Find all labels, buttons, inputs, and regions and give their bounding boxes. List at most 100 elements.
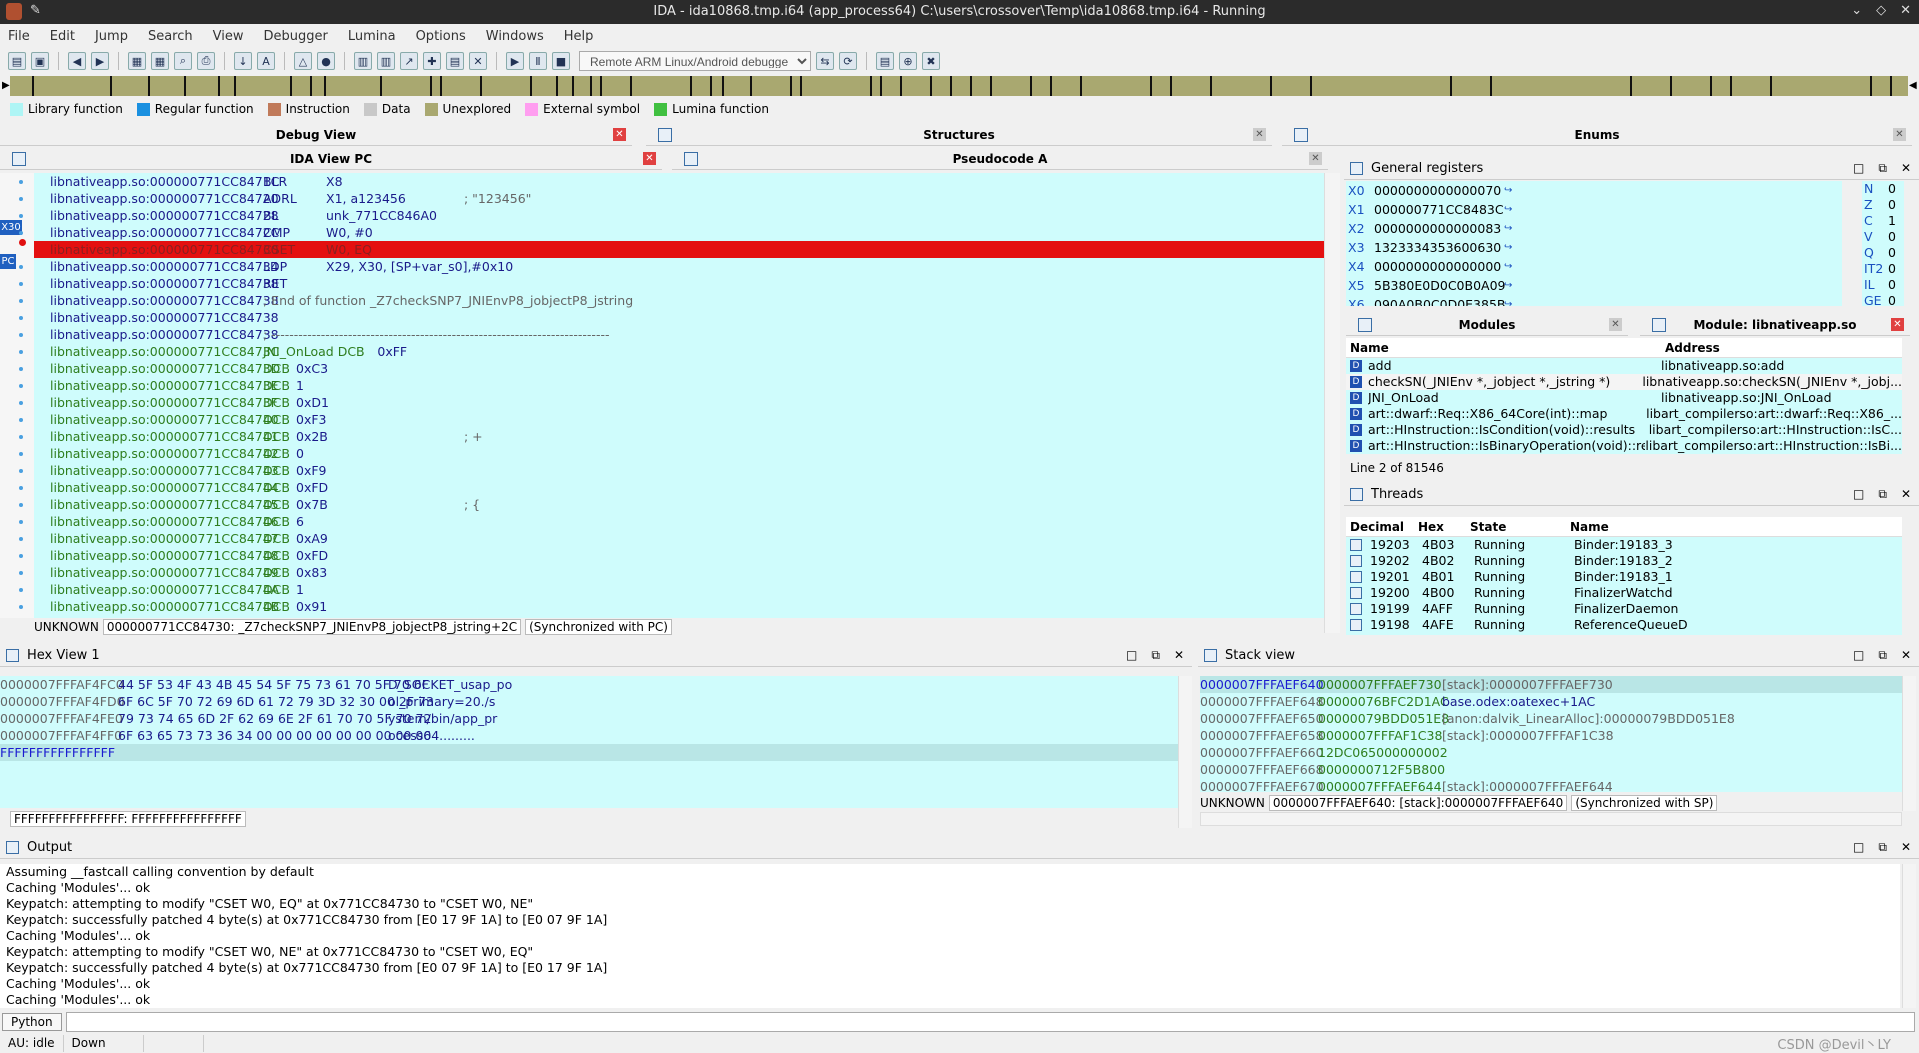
stack-row[interactable]: 0000007FFFAEF640 0000007FFFAEF730 [stack]:… <box>1200 676 1902 693</box>
close-icon[interactable]: ✕ <box>1901 648 1911 663</box>
register-row[interactable]: X3 1323334353600630 ↪ <box>1346 238 1842 257</box>
breakpoint-icon[interactable] <box>19 239 26 246</box>
stack-row[interactable]: 0000007FFFAEF660 12DC065000000002 <box>1200 744 1902 761</box>
menu-view[interactable]: View <box>213 29 244 44</box>
asm-line[interactable]: libnativeapp.so:000000771CC84738; ------… <box>34 326 1324 343</box>
search-icon[interactable]: ⌕ <box>174 52 192 70</box>
asm-line[interactable]: libnativeapp.so:000000771CC84747 DCB 0xA9 <box>34 530 1324 547</box>
graph-icon[interactable]: △ <box>294 52 312 70</box>
flag-row[interactable]: C1 <box>1862 213 1904 229</box>
asm-line[interactable]: libnativeapp.so:000000771CC8473F DCB 0xD1 <box>34 394 1324 411</box>
asm-line[interactable]: libnativeapp.so:000000771CC84720 ADRL X1, … <box>34 190 1324 207</box>
flag-row[interactable]: Q0 <box>1862 245 1904 261</box>
float-icon[interactable]: ⧉ <box>1878 487 1887 502</box>
back-icon[interactable]: ◀ <box>68 52 86 70</box>
asm-line[interactable]: libnativeapp.so:000000771CC84738 RET <box>34 275 1324 292</box>
flag-row[interactable]: Z0 <box>1862 197 1904 213</box>
asm-line[interactable]: libnativeapp.so:000000771CC8473C JNI_OnLo… <box>34 343 1324 360</box>
module-row[interactable]: Dadd libnativeapp.so:add <box>1346 358 1902 374</box>
asm-line[interactable]: libnativeapp.so:000000771CC84745 DCB 0x7B;… <box>34 496 1324 513</box>
float-icon[interactable]: ⧉ <box>1151 648 1160 663</box>
jump-arrow-icon[interactable]: ↪ <box>1504 295 1512 306</box>
module-row[interactable]: Dart::HInstruction::IsCondition(void)::r… <box>1346 422 1902 438</box>
close-icon[interactable]: ✕ <box>1901 840 1911 855</box>
maximize-icon[interactable]: □ <box>1853 840 1864 855</box>
asm-line[interactable]: libnativeapp.so:000000771CC8473D DCB 0xC3 <box>34 360 1324 377</box>
jump-arrow-icon[interactable]: ↪ <box>1504 200 1512 219</box>
register-row[interactable]: X6 090A0B0C0D0E385B ↪ <box>1346 295 1842 306</box>
menu-help[interactable]: Help <box>564 29 594 44</box>
thread-row[interactable]: 19200 4B00 Running FinalizerWatchd <box>1346 585 1902 601</box>
close-icon[interactable]: ✕ <box>613 128 626 141</box>
struct2-icon[interactable]: ▥ <box>377 52 395 70</box>
hex-scrollbar[interactable] <box>1178 676 1192 828</box>
menu-edit[interactable]: Edit <box>50 29 75 44</box>
module-row[interactable]: DcheckSN(_JNIEnv *,_jobject *,_jstring *… <box>1346 374 1902 390</box>
jump-arrow-icon[interactable]: ↪ <box>1504 219 1512 238</box>
pause-icon[interactable]: Ⅱ <box>529 52 547 70</box>
asm-line[interactable]: libnativeapp.so:000000771CC84738; End of… <box>34 292 1324 309</box>
tab-pseudocode[interactable]: Pseudocode A ✕ <box>672 148 1328 170</box>
flag-row[interactable]: IL 0 <box>1862 277 1904 293</box>
stack-row[interactable]: 0000007FFFAEF658 0000007FFFAF1C38 [stack]:… <box>1200 727 1902 744</box>
float-icon[interactable]: ⧉ <box>1878 840 1887 855</box>
close-icon[interactable]: ✕ <box>1893 128 1906 141</box>
jump-arrow-icon[interactable]: ↪ <box>1504 257 1512 276</box>
nav-right-arrow[interactable]: ◀ <box>1909 80 1917 91</box>
asm-line[interactable]: libnativeapp.so:000000771CC84748 DCB 0xFD <box>34 547 1324 564</box>
hex-row[interactable]: FFFFFFFFFFFFFFFF <box>0 744 1178 761</box>
flag-row[interactable]: GE 0 <box>1862 293 1904 309</box>
jump-arrow-icon[interactable]: ↪ <box>1504 238 1512 257</box>
menu-file[interactable]: File <box>8 29 30 44</box>
hex-icon[interactable]: ▦ <box>151 52 169 70</box>
thread-row[interactable]: 19201 4B01 Running Binder:19183_1 <box>1346 569 1902 585</box>
green-dot-icon[interactable]: ● <box>317 52 335 70</box>
trace-icon[interactable]: ▤ <box>876 52 894 70</box>
asm-line[interactable]: libnativeapp.so:000000771CC8473E DCB 1 <box>34 377 1324 394</box>
stack-row[interactable]: 0000007FFFAEF670 0000007FFFAEF644 [stack]:… <box>1200 778 1902 792</box>
asm-line[interactable]: libnativeapp.so:000000771CC84740 DCB 0xF3 <box>34 411 1324 428</box>
attach-icon[interactable]: ⇆ <box>816 52 834 70</box>
thread-row[interactable]: 19203 4B03 Running Binder:19183_3 <box>1346 537 1902 553</box>
step-icon[interactable]: ↗ <box>400 52 418 70</box>
print-icon[interactable]: ⎙ <box>197 52 215 70</box>
tab-module-libnativeapp[interactable]: Module: libnativeapp.so ✕ <box>1640 314 1910 336</box>
maximize-icon[interactable]: □ <box>1853 487 1864 502</box>
asm-line[interactable]: libnativeapp.so:000000771CC8474B DCB 0x91 <box>34 598 1324 615</box>
close-icon[interactable]: ✕ <box>1253 128 1266 141</box>
module-row[interactable]: Dart::HInstruction::IsBinaryOperation(vo… <box>1346 438 1902 454</box>
flag-row[interactable]: N0 <box>1862 181 1904 197</box>
asm-line[interactable]: libnativeapp.so:000000771CC84749 DCB 0x83 <box>34 564 1324 581</box>
play-icon[interactable]: ▶ <box>506 52 524 70</box>
register-row[interactable]: X2 0000000000000083 ↪ <box>1346 219 1842 238</box>
maximize-icon[interactable]: □ <box>1126 648 1137 663</box>
maximize-icon[interactable]: □ <box>1853 648 1864 663</box>
stack-row[interactable]: 0000007FFFAEF668 0000000712F5B800 <box>1200 761 1902 778</box>
patch-icon[interactable]: ▤ <box>446 52 464 70</box>
hex-row[interactable]: 0000007FFFAF4FF0 6F 63 65 73 73 36 34 00 … <box>0 727 1178 744</box>
flag-row[interactable]: IT2 0 <box>1862 261 1904 277</box>
binary-icon[interactable]: ▦ <box>128 52 146 70</box>
register-row[interactable]: X0 0000000000000070 ↪ <box>1346 181 1842 200</box>
tab-structures[interactable]: Structures ✕ <box>646 124 1272 146</box>
text-icon[interactable]: A <box>257 52 275 70</box>
navigation-band[interactable] <box>10 76 1908 96</box>
tab-debug-view[interactable]: Debug View ✕ <box>0 124 632 146</box>
clear-breakpoints-icon[interactable]: ✖ <box>922 52 940 70</box>
register-row[interactable]: X4 0000000000000000 ↪ <box>1346 257 1842 276</box>
close-icon[interactable]: ✕ <box>1901 161 1911 176</box>
tab-ida-view[interactable]: IDA View PC ✕ <box>0 148 662 170</box>
open-icon[interactable]: ▤ <box>8 52 26 70</box>
struct-icon[interactable]: ▥ <box>354 52 372 70</box>
minimize-icon[interactable]: ⌄ <box>1851 3 1862 18</box>
close-icon[interactable]: ✕ <box>1901 487 1911 502</box>
float-icon[interactable]: ⧉ <box>1878 161 1887 176</box>
refresh-icon[interactable]: ⟳ <box>839 52 857 70</box>
tab-enums[interactable]: Enums ✕ <box>1282 124 1912 146</box>
plugin-icon[interactable]: ✚ <box>423 52 441 70</box>
float-icon[interactable]: ⧉ <box>1878 648 1887 663</box>
close-icon[interactable]: ✕ <box>1309 152 1322 165</box>
threads-table[interactable]: Decimal Hex State Name 19203 4B03 Running B… <box>1346 517 1902 635</box>
menu-lumina[interactable]: Lumina <box>348 29 396 44</box>
stack-hscrollbar[interactable] <box>1200 812 1902 826</box>
